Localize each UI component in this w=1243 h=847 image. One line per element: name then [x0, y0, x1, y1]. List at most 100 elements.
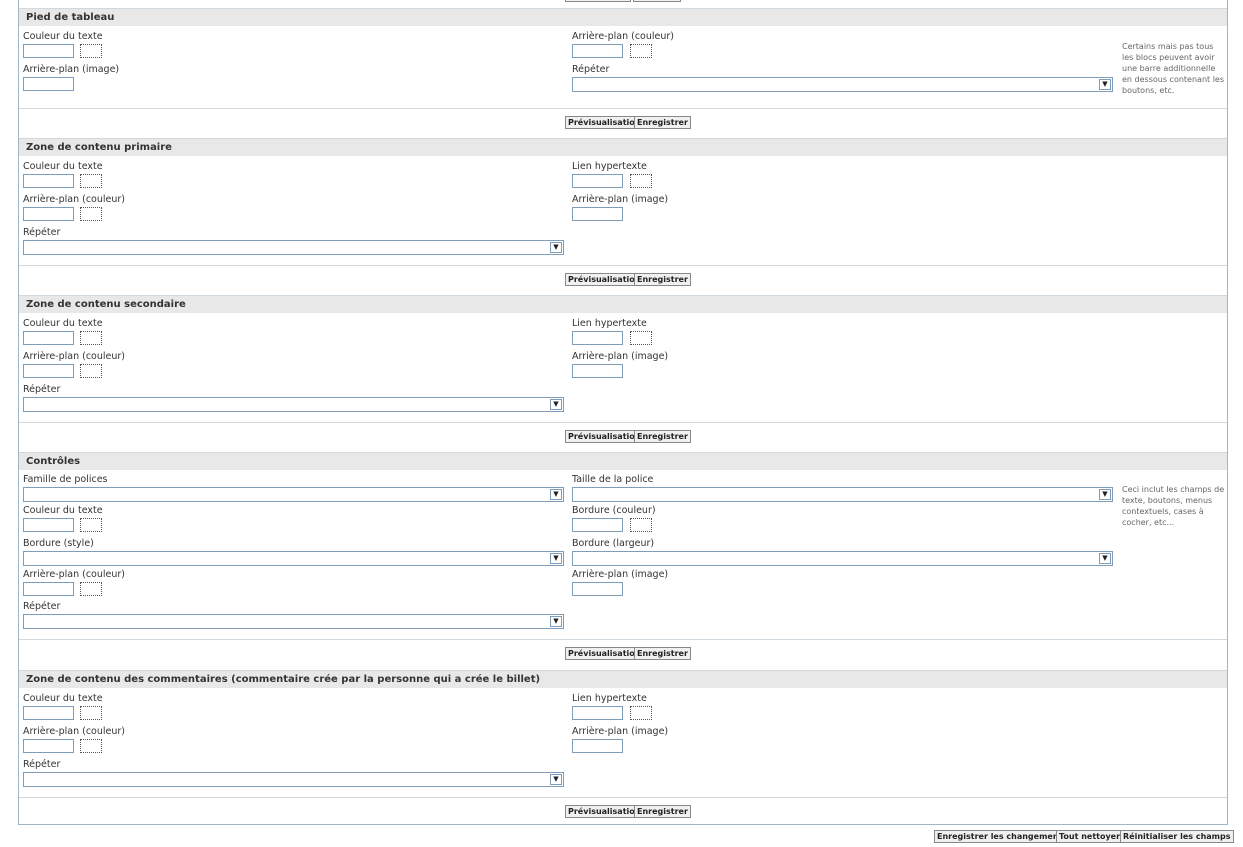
- chevron-down-icon: ▼: [550, 553, 562, 564]
- chevron-down-icon: ▼: [1099, 553, 1111, 564]
- text-color-label: Couleur du texte: [23, 161, 103, 172]
- bg-color-input[interactable]: [572, 44, 623, 58]
- save-button[interactable]: Enregistrer: [634, 805, 691, 818]
- repeat-select[interactable]: ▼: [23, 240, 564, 255]
- hyperlink-swatch[interactable]: [630, 331, 652, 345]
- button-bar: Prévisualisation Enregistrer: [19, 422, 1227, 451]
- text-color-input[interactable]: [23, 706, 74, 720]
- section-table-footer: Pied de tableau Couleur du texte Arrière…: [19, 8, 1227, 148]
- hyperlink-label: Lien hypertexte: [572, 161, 647, 172]
- border-color-label: Bordure (couleur): [572, 505, 656, 516]
- text-color-swatch[interactable]: [80, 331, 102, 345]
- preview-button[interactable]: Prévisualisation: [565, 805, 644, 818]
- section-header: Zone de contenu secondaire: [19, 295, 1227, 313]
- repeat-select[interactable]: ▼: [23, 397, 564, 412]
- text-color-input[interactable]: [23, 518, 74, 532]
- bg-image-input[interactable]: [572, 364, 623, 378]
- text-color-swatch[interactable]: [80, 518, 102, 532]
- text-color-label: Couleur du texte: [23, 693, 103, 704]
- section-controls: Contrôles Famille de polices ▼ Taille de…: [19, 452, 1227, 672]
- bg-color-label: Arrière-plan (couleur): [23, 194, 126, 205]
- border-style-label: Bordure (style): [23, 538, 94, 549]
- section-header: Pied de tableau: [19, 8, 1227, 26]
- button-bar: Prévisualisation Enregistrer: [19, 265, 1227, 294]
- section-title: Zone de contenu des commentaires (commen…: [26, 674, 541, 685]
- bg-image-label: Arrière-plan (image): [23, 64, 120, 75]
- section-note: Certains mais pas tous les blocs peuvent…: [1122, 42, 1225, 95]
- bg-image-input[interactable]: [572, 582, 623, 596]
- save-button[interactable]: Enregistrer: [634, 430, 691, 443]
- preview-button[interactable]: Prévisualisation: [565, 647, 644, 660]
- border-color-swatch[interactable]: [630, 518, 652, 532]
- font-family-label: Famille de polices: [23, 474, 108, 485]
- hyperlink-label: Lien hypertexte: [572, 318, 647, 329]
- save-changes-button[interactable]: Enregistrer les changements: [934, 830, 1071, 843]
- hyperlink-swatch[interactable]: [630, 706, 652, 720]
- text-color-swatch[interactable]: [80, 706, 102, 720]
- clear-all-button[interactable]: Tout nettoyer: [1056, 830, 1124, 843]
- border-width-label: Bordure (largeur): [572, 538, 655, 549]
- text-color-swatch[interactable]: [80, 174, 102, 188]
- chevron-down-icon: ▼: [550, 489, 562, 500]
- text-color-input[interactable]: [23, 331, 74, 345]
- save-button[interactable]: Enregistrer: [634, 647, 691, 660]
- text-color-input[interactable]: [23, 174, 74, 188]
- bg-color-swatch[interactable]: [80, 364, 102, 378]
- bg-color-input[interactable]: [23, 582, 74, 596]
- bg-color-label: Arrière-plan (couleur): [23, 726, 126, 737]
- bg-color-swatch[interactable]: [80, 207, 102, 221]
- text-color-input[interactable]: [23, 44, 74, 58]
- repeat-select[interactable]: ▼: [23, 772, 564, 787]
- repeat-label: Répéter: [572, 64, 610, 75]
- preview-button[interactable]: Prévisualisation: [565, 430, 644, 443]
- hyperlink-input[interactable]: [572, 331, 623, 345]
- bg-color-swatch[interactable]: [80, 739, 102, 753]
- border-style-select[interactable]: ▼: [23, 551, 564, 566]
- hyperlink-label: Lien hypertexte: [572, 693, 647, 704]
- hyperlink-swatch[interactable]: [630, 174, 652, 188]
- preview-button[interactable]: Prévisualisation: [565, 273, 644, 286]
- bg-color-swatch[interactable]: [80, 582, 102, 596]
- repeat-label: Répéter: [23, 759, 61, 770]
- bg-color-input[interactable]: [23, 207, 74, 221]
- section-title: Zone de contenu primaire: [26, 142, 172, 153]
- bg-color-input[interactable]: [23, 364, 74, 378]
- theme-editor-panel: Pied de tableau Couleur du texte Arrière…: [18, 0, 1228, 825]
- section-header: Contrôles: [19, 452, 1227, 470]
- text-color-label: Couleur du texte: [23, 31, 103, 42]
- bg-color-input[interactable]: [23, 739, 74, 753]
- preview-button[interactable]: Prévisualisation: [565, 116, 644, 129]
- bg-image-input[interactable]: [572, 739, 623, 753]
- section-title: Zone de contenu secondaire: [26, 299, 186, 310]
- button-bar: Prévisualisation Enregistrer: [19, 797, 1227, 826]
- section-note: Ceci inclut les champs de texte, boutons…: [1122, 485, 1225, 527]
- bg-color-label: Arrière-plan (couleur): [572, 31, 675, 42]
- button-bar: Prévisualisation Enregistrer: [19, 108, 1227, 137]
- font-family-select[interactable]: ▼: [23, 487, 564, 502]
- text-color-label: Couleur du texte: [23, 505, 103, 516]
- bg-color-swatch[interactable]: [630, 44, 652, 58]
- chevron-down-icon: ▼: [550, 616, 562, 627]
- bg-image-label: Arrière-plan (image): [572, 726, 669, 737]
- repeat-select[interactable]: ▼: [23, 614, 564, 629]
- border-width-select[interactable]: ▼: [572, 551, 1113, 566]
- hyperlink-input[interactable]: [572, 706, 623, 720]
- bg-image-label: Arrière-plan (image): [572, 194, 669, 205]
- reset-fields-button[interactable]: Réinitialiser les champs: [1120, 830, 1234, 843]
- save-button[interactable]: Enregistrer: [634, 273, 691, 286]
- border-color-input[interactable]: [572, 518, 623, 532]
- font-size-label: Taille de la police: [572, 474, 654, 485]
- repeat-label: Répéter: [23, 227, 61, 238]
- chevron-down-icon: ▼: [550, 399, 562, 410]
- hyperlink-input[interactable]: [572, 174, 623, 188]
- chevron-down-icon: ▼: [1099, 79, 1111, 90]
- bg-image-input[interactable]: [23, 77, 74, 91]
- save-button[interactable]: Enregistrer: [634, 116, 691, 129]
- section-primary-content: Zone de contenu primaire Couleur du text…: [19, 138, 1227, 295]
- bg-image-input[interactable]: [572, 207, 623, 221]
- repeat-select[interactable]: ▼: [572, 77, 1113, 92]
- repeat-label: Répéter: [23, 601, 61, 612]
- font-size-select[interactable]: ▼: [572, 487, 1113, 502]
- text-color-swatch[interactable]: [80, 44, 102, 58]
- section-secondary-content: Zone de contenu secondaire Couleur du te…: [19, 295, 1227, 452]
